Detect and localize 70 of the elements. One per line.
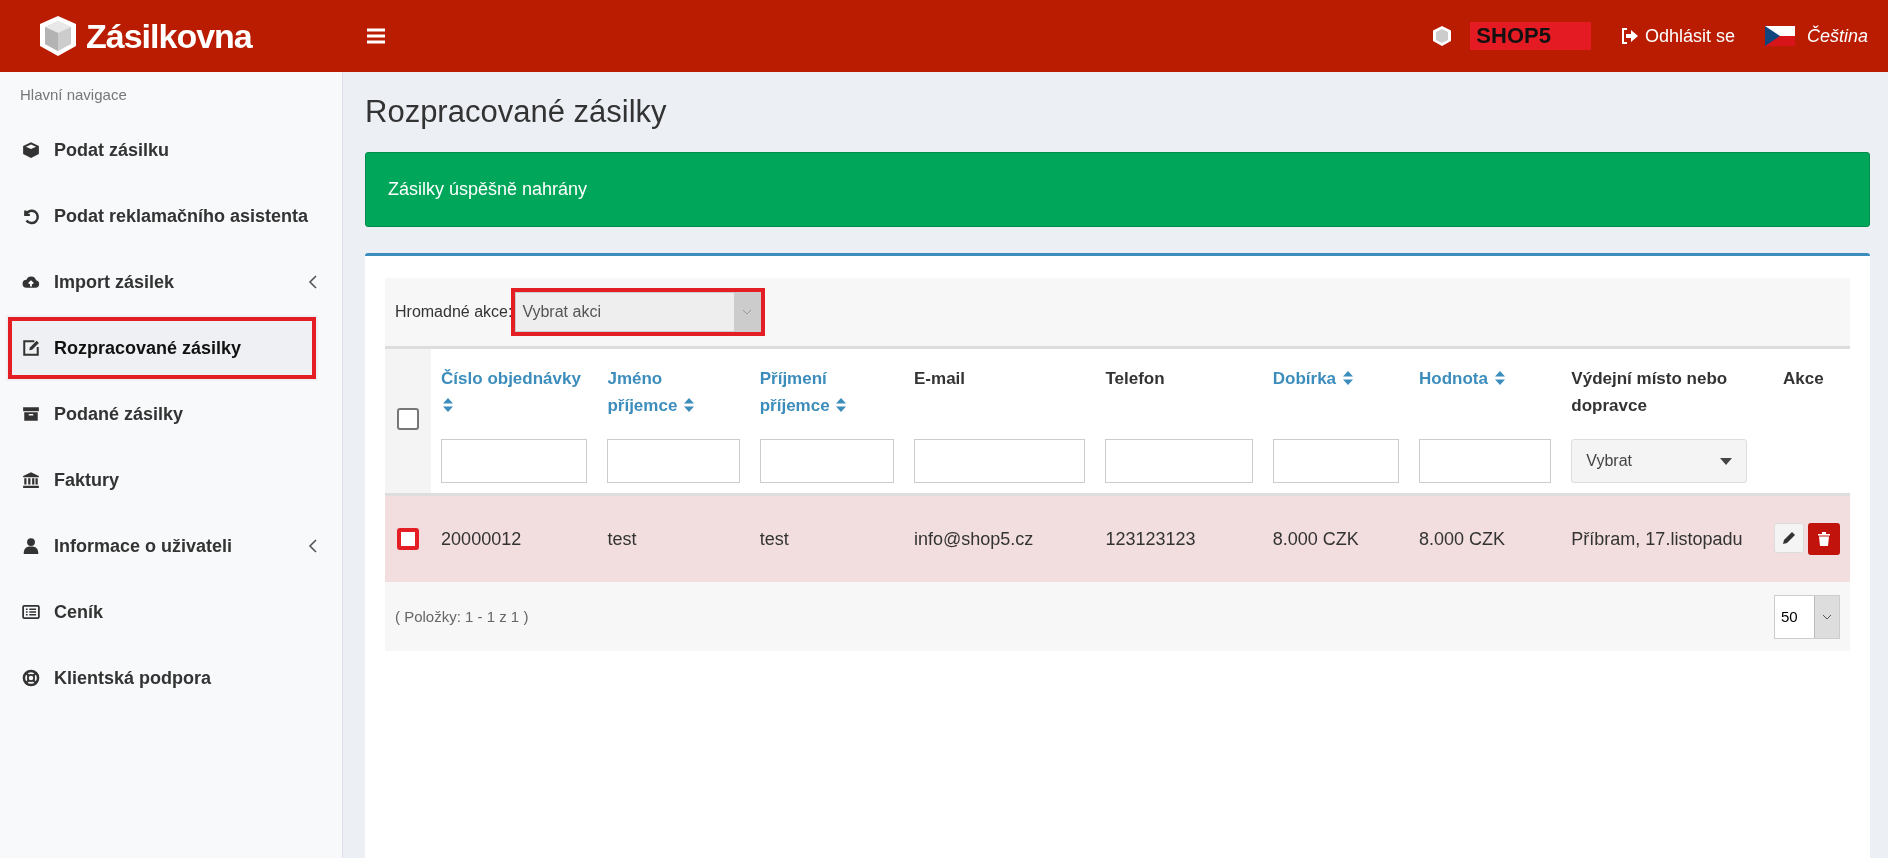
filter-field[interactable] bbox=[914, 439, 1086, 483]
table-cell-text: 8.000 CZK bbox=[1272, 528, 1360, 550]
sidebar-item[interactable]: Informace o uživateli bbox=[0, 513, 342, 579]
table-cell-text: info@shop5.cz bbox=[914, 528, 1035, 550]
table-cell-text: test bbox=[759, 528, 790, 550]
shop-name: SHOP5 bbox=[1470, 22, 1591, 50]
sort-icon bbox=[443, 398, 454, 413]
lifebuoy-icon bbox=[22, 669, 40, 687]
sidebar-item[interactable]: Ceník bbox=[0, 579, 342, 645]
list-icon bbox=[22, 603, 40, 621]
user-icon bbox=[22, 537, 40, 555]
sidebar-item[interactable]: Faktury bbox=[0, 447, 342, 513]
filter-field[interactable] bbox=[1105, 439, 1253, 483]
edit-button[interactable] bbox=[1774, 523, 1804, 553]
language-selector[interactable]: Čeština bbox=[1806, 25, 1868, 47]
filter-field[interactable] bbox=[1419, 439, 1552, 483]
sort-icon bbox=[1342, 371, 1353, 385]
brand-name: Zásilkovna bbox=[86, 16, 252, 56]
pencil-icon bbox=[1782, 531, 1796, 545]
caret-icon bbox=[1719, 457, 1732, 465]
column-header[interactable]: Příjmení příjemce bbox=[759, 365, 895, 420]
sort-icon bbox=[1494, 371, 1505, 385]
flag-icon bbox=[1764, 26, 1795, 46]
bank-icon bbox=[22, 471, 40, 489]
sidebar-item[interactable]: Klientská podpora bbox=[0, 645, 342, 711]
caret-icon bbox=[1822, 613, 1832, 620]
delete-button[interactable] bbox=[1808, 523, 1840, 555]
trash-icon bbox=[1818, 532, 1830, 546]
column-header[interactable]: Dobírka bbox=[1272, 365, 1400, 393]
filter-field[interactable] bbox=[759, 439, 895, 483]
row-checkbox[interactable] bbox=[397, 528, 420, 550]
table-cell-text: 123123123 bbox=[1105, 528, 1197, 550]
logout-icon bbox=[1620, 28, 1639, 44]
item-count: ( Položky: 1 - 1 z 1 ) bbox=[395, 608, 529, 625]
sidebar-item[interactable]: Podat zásilku bbox=[0, 117, 342, 183]
column-header: E-mail bbox=[914, 368, 967, 390]
sidebar-item[interactable]: Podat reklamačního asistenta bbox=[0, 183, 342, 249]
filter-field[interactable] bbox=[607, 439, 740, 483]
bulk-actions-label: Hromadné akce: bbox=[395, 303, 513, 321]
select-all-checkbox[interactable] bbox=[397, 408, 420, 430]
column-header: Výdejní místo nebo dopravce bbox=[1571, 368, 1729, 418]
cube-icon bbox=[22, 141, 40, 159]
page-size-select[interactable]: 50 bbox=[1774, 594, 1840, 639]
table-cell-text: 20000012 bbox=[441, 528, 523, 550]
column-header: Akce bbox=[1782, 368, 1825, 390]
sidebar-item[interactable]: Podané zásilky bbox=[0, 381, 342, 447]
cube-icon bbox=[1432, 25, 1453, 47]
logout-link[interactable]: Odhlásit se bbox=[1620, 25, 1735, 47]
logo-icon bbox=[38, 14, 78, 58]
filter-field[interactable] bbox=[441, 439, 588, 483]
column-header[interactable]: Jméno příjemce bbox=[607, 365, 740, 420]
undo-icon bbox=[22, 207, 40, 225]
table-cell-text: test bbox=[607, 528, 638, 550]
sidebar-heading: Hlavní navigace bbox=[19, 86, 128, 105]
sort-icon bbox=[836, 398, 847, 413]
column-header: Telefon bbox=[1105, 368, 1166, 390]
sidebar-item[interactable]: Import zásilek bbox=[0, 249, 342, 315]
filter-select[interactable]: Vybrat bbox=[1571, 439, 1747, 483]
edit-icon bbox=[22, 339, 40, 357]
filter-field[interactable] bbox=[1272, 439, 1400, 483]
table-cell-text: Příbram, 17.listopadu bbox=[1571, 527, 1744, 551]
column-header[interactable]: Číslo objednávky bbox=[441, 365, 588, 420]
caret-icon bbox=[742, 309, 753, 315]
success-alert: Zásilky úspěšně nahrány bbox=[365, 152, 1870, 227]
column-header[interactable]: Hodnota bbox=[1419, 365, 1552, 393]
sidebar-item[interactable]: Rozpracované zásilky bbox=[6, 315, 318, 381]
table-cell-text: 8.000 CZK bbox=[1419, 528, 1507, 550]
archive-icon bbox=[22, 405, 40, 423]
sort-icon bbox=[684, 398, 695, 413]
page-title: Rozpracované zásilky bbox=[365, 94, 668, 130]
